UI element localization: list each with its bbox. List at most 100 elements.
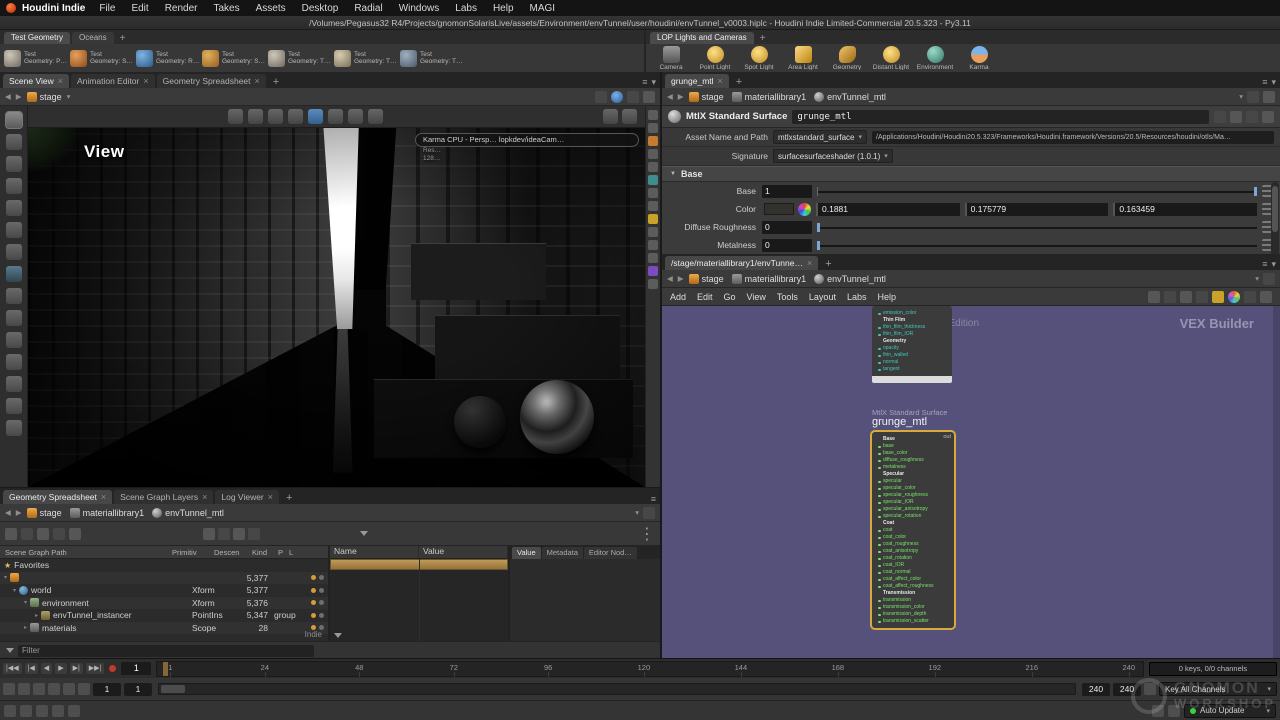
pane-tab[interactable]: Geometry Spreadsheet — [3, 490, 112, 504]
flipbook-tool-icon[interactable] — [6, 332, 22, 348]
color-swatch[interactable] — [764, 203, 794, 215]
menu-item[interactable]: Help — [493, 3, 514, 14]
shelf-tool[interactable]: Camera — [650, 46, 692, 70]
display-tool-icon[interactable] — [6, 398, 22, 414]
menu-item[interactable]: Desktop — [302, 3, 339, 14]
color-r-field[interactable]: 0.1881 — [816, 203, 960, 216]
list-view-icon[interactable] — [203, 528, 215, 540]
breadcrumb-item[interactable]: materiallibrary1 — [732, 92, 807, 102]
breadcrumb-item[interactable]: materiallibrary1 — [732, 274, 807, 284]
value-tab[interactable]: Value — [512, 547, 541, 559]
shelf-tab[interactable]: Test Geometry — [4, 32, 70, 44]
node-select-icon[interactable] — [5, 528, 17, 540]
param-value-field[interactable]: 1 — [762, 185, 812, 198]
help-icon[interactable] — [1262, 111, 1274, 123]
keyframe-options-icon[interactable] — [3, 683, 15, 695]
search-icon[interactable] — [1246, 111, 1258, 123]
scoped-channels-icon[interactable] — [18, 683, 30, 695]
pin-columns-icon[interactable] — [233, 528, 245, 540]
close-icon[interactable] — [255, 76, 260, 86]
param-slider[interactable] — [817, 185, 1257, 198]
column-view-icon[interactable] — [218, 528, 230, 540]
menu-item[interactable]: Edit — [697, 292, 713, 302]
menu-item[interactable]: Labs — [847, 292, 867, 302]
tree-row[interactable]: Favorites — [0, 559, 328, 572]
realtime-toggle-icon[interactable] — [63, 683, 75, 695]
chevron-down-icon[interactable] — [1239, 92, 1243, 101]
play-button[interactable] — [55, 663, 66, 674]
column-header[interactable]: Kind — [252, 548, 278, 557]
activation-toggle[interactable] — [319, 613, 324, 618]
column-header[interactable]: Primitiv — [172, 548, 214, 557]
snapping-icon[interactable] — [348, 109, 363, 124]
shelf-tool[interactable]: Test Geometry: T… — [400, 46, 464, 70]
display-option-icon[interactable] — [648, 240, 658, 250]
key-all-channels-dropdown[interactable]: Key All Channels — [1159, 682, 1277, 696]
menu-item[interactable]: Edit — [131, 3, 148, 14]
close-icon[interactable] — [268, 492, 273, 502]
column-header[interactable]: Descen — [214, 548, 252, 557]
select-groups-icon[interactable] — [328, 109, 343, 124]
shelf-tool[interactable]: Distant Light — [870, 46, 912, 70]
display-option-icon[interactable] — [648, 162, 658, 172]
jump-to-start-button[interactable] — [3, 663, 22, 674]
asset-name-dropdown[interactable]: mtlxstandard_surface — [773, 130, 867, 144]
pin-icon[interactable] — [1164, 291, 1176, 303]
activation-toggle[interactable] — [319, 575, 324, 580]
translate-tool-icon[interactable] — [6, 134, 22, 150]
camera-icon[interactable] — [1144, 683, 1156, 695]
star-icon[interactable] — [1214, 111, 1226, 123]
activation-toggle[interactable] — [319, 600, 324, 605]
shelf-tool[interactable]: Test Geometry: R… — [136, 46, 200, 70]
collapse-icon[interactable] — [69, 528, 81, 540]
menu-item[interactable]: Assets — [256, 3, 286, 14]
menu-item[interactable]: View — [747, 292, 766, 302]
render-view-icon[interactable] — [603, 109, 618, 124]
pane-menu-icon[interactable] — [1262, 77, 1267, 88]
jump-to-end-button[interactable] — [86, 663, 105, 674]
pane-tab[interactable]: Scene View — [3, 74, 69, 88]
expand-icon[interactable] — [53, 528, 65, 540]
breadcrumb-item[interactable]: envTunnel_mtl — [152, 508, 224, 518]
range-handle[interactable] — [161, 685, 185, 693]
close-icon[interactable] — [58, 76, 63, 86]
material-node-clipped[interactable]: emission_colorThin Filmthin_film_thickne… — [872, 306, 952, 383]
menu-item[interactable]: Labs — [455, 3, 477, 14]
display-option-icon[interactable] — [648, 136, 658, 146]
next-keyframe-button[interactable] — [70, 663, 83, 674]
global-end-field[interactable]: 240 — [1113, 683, 1141, 696]
tree-row[interactable]: ▾environment Xform 5,376 — [0, 597, 328, 610]
viewport-canvas[interactable]: View Karma CPU - Persp… lopkdev/ideaCam…… — [28, 128, 645, 487]
light-tool-icon[interactable] — [6, 376, 22, 392]
display-option-icon[interactable] — [648, 214, 658, 224]
close-icon[interactable] — [202, 492, 207, 502]
pane-tab[interactable]: Geometry Spreadsheet — [157, 74, 266, 88]
pane-tab[interactable]: Log Viewer — [215, 490, 279, 504]
color-palette-icon[interactable] — [1212, 291, 1224, 303]
menu-item[interactable]: Radial — [354, 3, 382, 14]
scale-tool-icon[interactable] — [6, 178, 22, 194]
display-option-icon[interactable] — [648, 227, 658, 237]
menu-item[interactable]: File — [99, 3, 115, 14]
playback-start-field[interactable]: 1 — [124, 683, 152, 696]
menu-item[interactable]: Render — [165, 3, 198, 14]
param-value-field[interactable]: 0 — [762, 239, 812, 252]
color-b-field[interactable]: 0.163459 — [1113, 203, 1257, 216]
activation-toggle[interactable] — [319, 588, 324, 593]
column-header[interactable]: Name — [330, 546, 419, 558]
display-option-icon[interactable] — [648, 201, 658, 211]
playback-range-slider[interactable] — [158, 683, 1076, 695]
column-header[interactable]: P — [278, 548, 289, 557]
tree-row[interactable]: ▾ 5,377 — [0, 572, 328, 585]
back-button[interactable] — [667, 274, 673, 283]
auto-update-dropdown[interactable]: Auto Update — [1184, 704, 1276, 718]
breadcrumb-item[interactable]: stage — [27, 508, 62, 518]
add-shelf-tab-button[interactable] — [756, 33, 770, 44]
pane-split-icon[interactable] — [1271, 259, 1276, 270]
filter-icon[interactable] — [360, 531, 368, 536]
follow-icon[interactable] — [21, 528, 33, 540]
forward-button[interactable] — [678, 274, 684, 283]
pose-tool-icon[interactable] — [6, 200, 22, 216]
value-tab[interactable]: Metadata — [542, 547, 583, 559]
search-icon[interactable] — [1260, 291, 1272, 303]
